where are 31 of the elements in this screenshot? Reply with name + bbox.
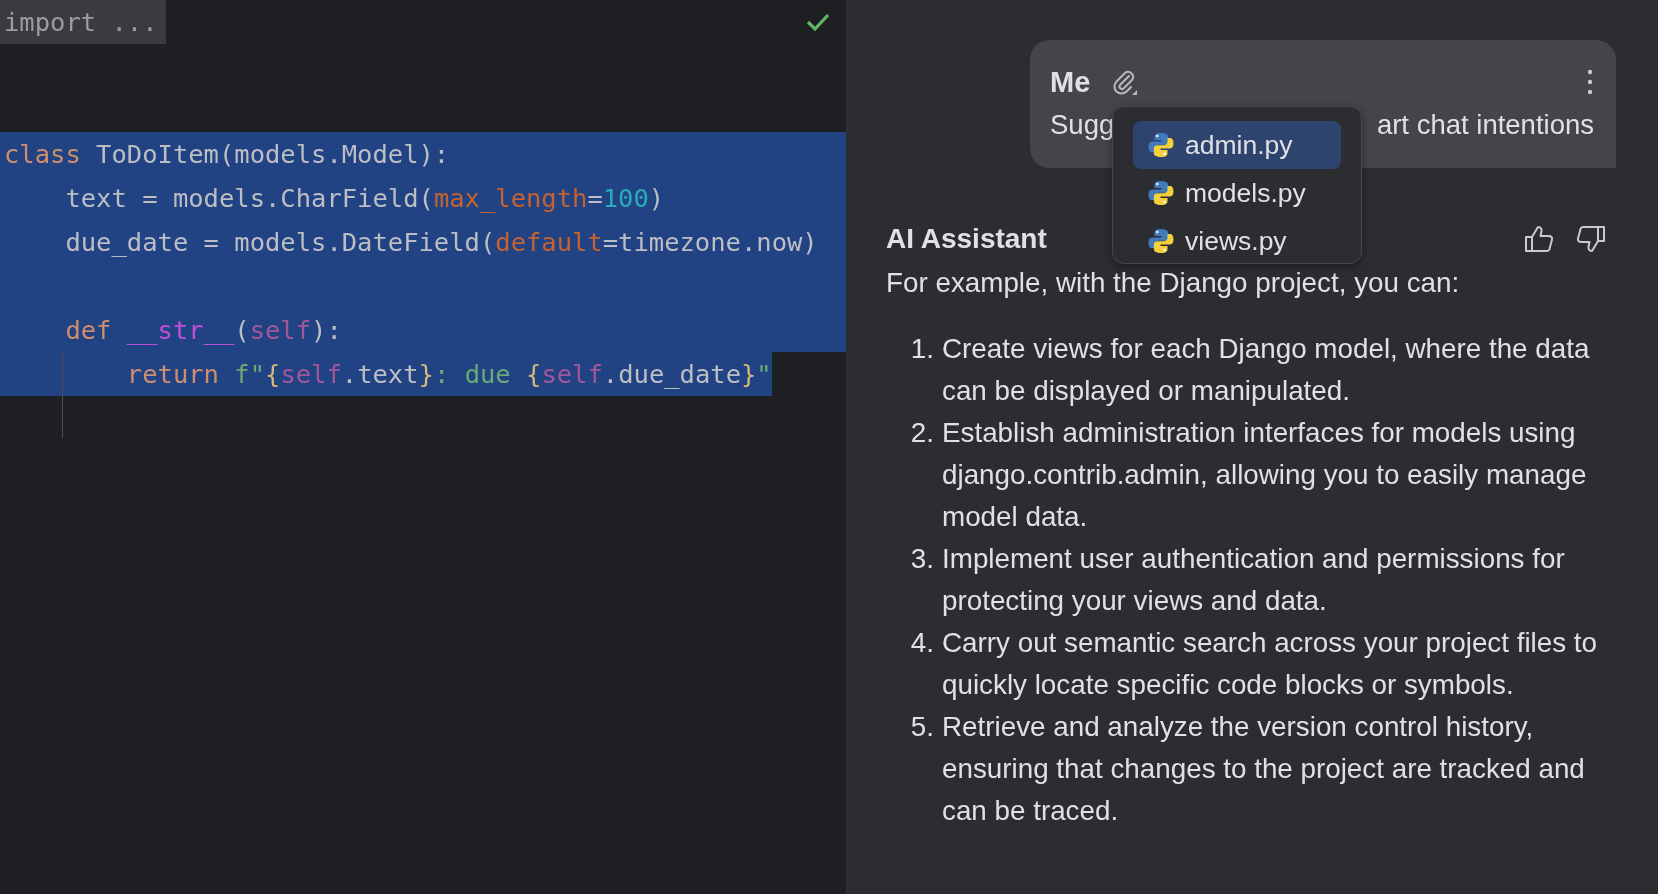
- paperclip-icon[interactable]: [1110, 68, 1139, 96]
- assistant-text: For example, with the Django project, you can:: [886, 266, 1461, 300]
- code-line: def __str__(self):: [64, 315, 342, 345]
- file-menu-item[interactable]: models.py: [1133, 169, 1341, 217]
- list-item-text: Create views for each Django model, where the data can be displayed or manipulated.: [942, 332, 1591, 408]
- more-options-icon[interactable]: [1586, 68, 1594, 96]
- message-author: Me: [1050, 65, 1091, 99]
- list-number: 1.: [910, 333, 934, 364]
- python-file-icon: [1147, 179, 1175, 207]
- list-number: 2.: [910, 417, 934, 448]
- python-file-icon: [1147, 227, 1175, 255]
- file-menu-item[interactable]: admin.py: [1133, 121, 1341, 169]
- code-line: text = models.CharField(max_length=100): [64, 183, 665, 213]
- folded-import[interactable]: import ...: [0, 0, 166, 44]
- list-item-text: Implement user authentication and permissions for protecting your views and data.: [942, 542, 1566, 618]
- assistant-name: AI Assistant: [886, 223, 1047, 255]
- file-menu-item[interactable]: views.py: [1133, 217, 1341, 265]
- message-text: Sugg: [1050, 108, 1115, 142]
- message-text: art chat intentions: [1376, 108, 1594, 142]
- python-file-icon: [1147, 131, 1175, 159]
- code-line: due_date = models.DateField(default=timezone.now): [64, 227, 818, 257]
- thumbs-up-icon[interactable]: [1524, 225, 1554, 253]
- list-number: 4.: [910, 627, 934, 658]
- list-number: 3.: [910, 543, 934, 574]
- list-item-text: Carry out semantic search across your project files to quickly locate specific code blocks or symbols.: [942, 626, 1599, 702]
- list-number: 5.: [910, 711, 934, 742]
- list-item-text: Establish administration interfaces for models using django.contrib.admin, allowing you to easily manage model data.: [942, 416, 1588, 534]
- code-line: class ToDoItem(models.Model):: [4, 139, 450, 169]
- list-item-text: Retrieve and analyze the version control history, ensuring that changes to the project are tracked and can be traced.: [942, 710, 1586, 828]
- thumbs-down-icon[interactable]: [1576, 225, 1606, 253]
- checkmark-icon[interactable]: [806, 12, 830, 32]
